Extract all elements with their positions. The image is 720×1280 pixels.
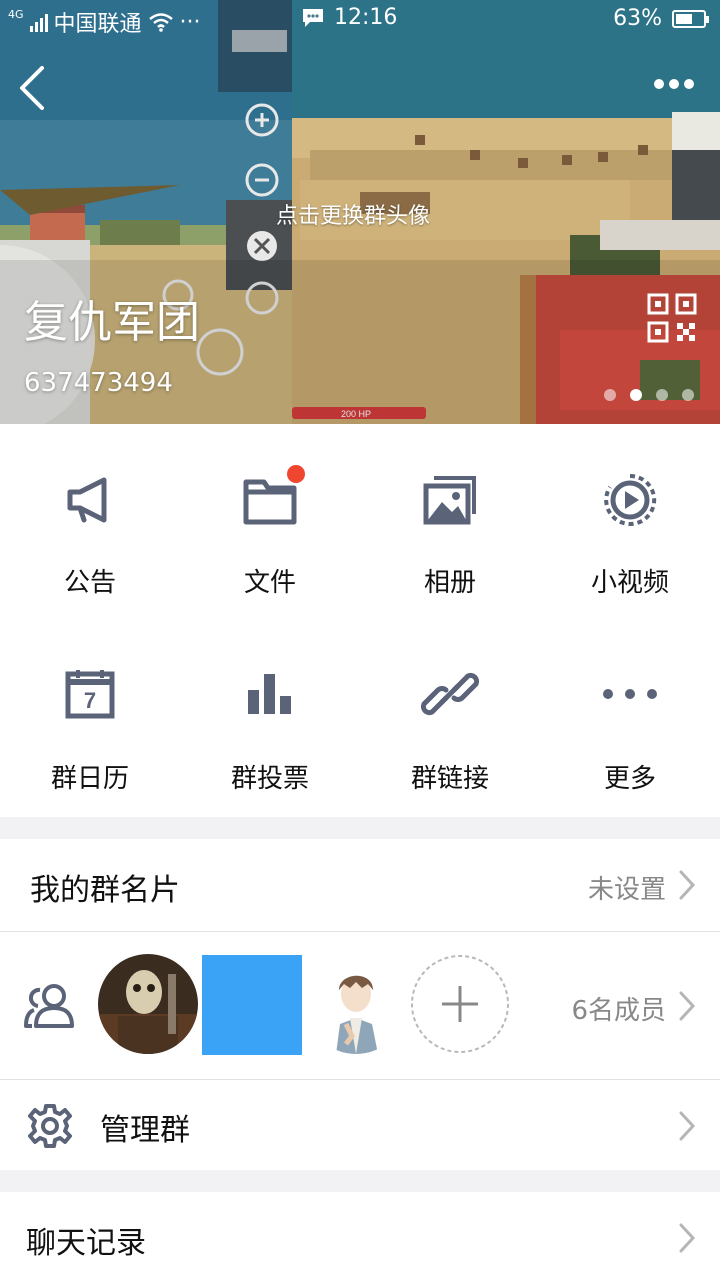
feature-album[interactable]: 相册 [360, 424, 540, 620]
chat-history-label: 聊天记录 [26, 1226, 146, 1261]
feature-label: 群链接 [410, 764, 489, 794]
feature-more[interactable]: 更多 [540, 620, 720, 816]
feature-group-link[interactable]: 群链接 [360, 620, 540, 816]
chevron-left-icon [20, 66, 44, 110]
feature-label: 更多 [603, 764, 656, 794]
chat-history-row[interactable]: 聊天记录 [0, 1192, 720, 1280]
chevron-right-icon [679, 870, 696, 900]
battery-icon [672, 9, 709, 28]
member-count: 6名成员 [571, 996, 666, 1026]
my-group-card-label: 我的群名片 [30, 873, 180, 908]
plus-icon [442, 986, 478, 1022]
group-name: 复仇军团 [24, 297, 200, 348]
group-profile-screen: 200 HP 4G 中国联通 ··· [0, 0, 720, 1280]
chevron-right-icon [679, 1111, 696, 1141]
network-type: 4G [8, 7, 24, 21]
feature-label: 文件 [243, 568, 296, 598]
change-avatar-hint[interactable]: 点击更换群头像 [276, 198, 430, 230]
my-group-card-row[interactable]: 我的群名片 未设置 [0, 839, 720, 931]
feature-label: 小视频 [590, 568, 669, 598]
member-avatar[interactable] [98, 954, 198, 1054]
calendar-day: 7 [84, 688, 96, 713]
carousel-dot [604, 389, 616, 401]
member-avatar[interactable] [306, 954, 406, 1054]
photo-album-icon [423, 476, 476, 525]
carrier-name: 中国联通 [53, 12, 142, 37]
my-group-card-value: 未设置 [587, 875, 666, 905]
add-member-button[interactable] [410, 954, 510, 1054]
feature-files[interactable]: 文件 [180, 424, 360, 620]
feature-short-video[interactable]: 小视频 [540, 424, 720, 620]
link-icon [420, 672, 480, 716]
members-row[interactable]: 6名成员 [0, 932, 720, 1079]
status-bar: 4G 中国联通 ··· 12:16 63% [0, 0, 720, 40]
members-icon [24, 984, 74, 1028]
message-notification-icon [303, 8, 323, 27]
video-play-icon [604, 473, 657, 526]
status-overflow: ··· [179, 9, 201, 35]
clock: 12:16 [334, 5, 398, 30]
megaphone-icon [67, 477, 107, 523]
chevron-right-icon [679, 1223, 696, 1253]
feature-calendar[interactable]: 7 群日历 [0, 620, 180, 816]
battery-percent: 63% [613, 6, 662, 31]
more-dots-icon [654, 74, 699, 93]
carousel-dot [682, 389, 694, 401]
bar-chart-icon [248, 674, 291, 714]
gear-icon [28, 1104, 72, 1148]
feature-label: 群投票 [230, 764, 309, 794]
feature-label: 群日历 [50, 764, 129, 794]
feature-announcement[interactable]: 公告 [0, 424, 180, 620]
feature-label: 相册 [423, 568, 476, 598]
qr-code-button[interactable] [646, 292, 698, 344]
feature-vote[interactable]: 群投票 [180, 620, 360, 816]
feature-grid: 公告 文件 相册 小视频 7 群日历 群投票 群链接 更多 [0, 424, 720, 817]
back-button[interactable] [14, 62, 50, 114]
signal-icon [29, 12, 48, 32]
cover-carousel-indicator [604, 389, 694, 401]
group-header: 200 HP 4G 中国联通 ··· [0, 0, 720, 424]
carousel-dot [656, 389, 668, 401]
chevron-right-icon [679, 991, 696, 1021]
calendar-icon: 7 [65, 670, 115, 719]
feature-label: 公告 [63, 568, 116, 598]
carousel-dot-active [630, 389, 642, 401]
manage-group-label: 管理群 [100, 1113, 190, 1148]
manage-group-row[interactable]: 管理群 [0, 1080, 720, 1170]
group-id: 637473494 [24, 368, 173, 398]
more-dots-icon [603, 689, 657, 699]
more-options-button[interactable] [654, 74, 702, 98]
member-avatar[interactable] [202, 955, 302, 1055]
notification-badge [287, 465, 305, 483]
wifi-icon [148, 13, 173, 32]
